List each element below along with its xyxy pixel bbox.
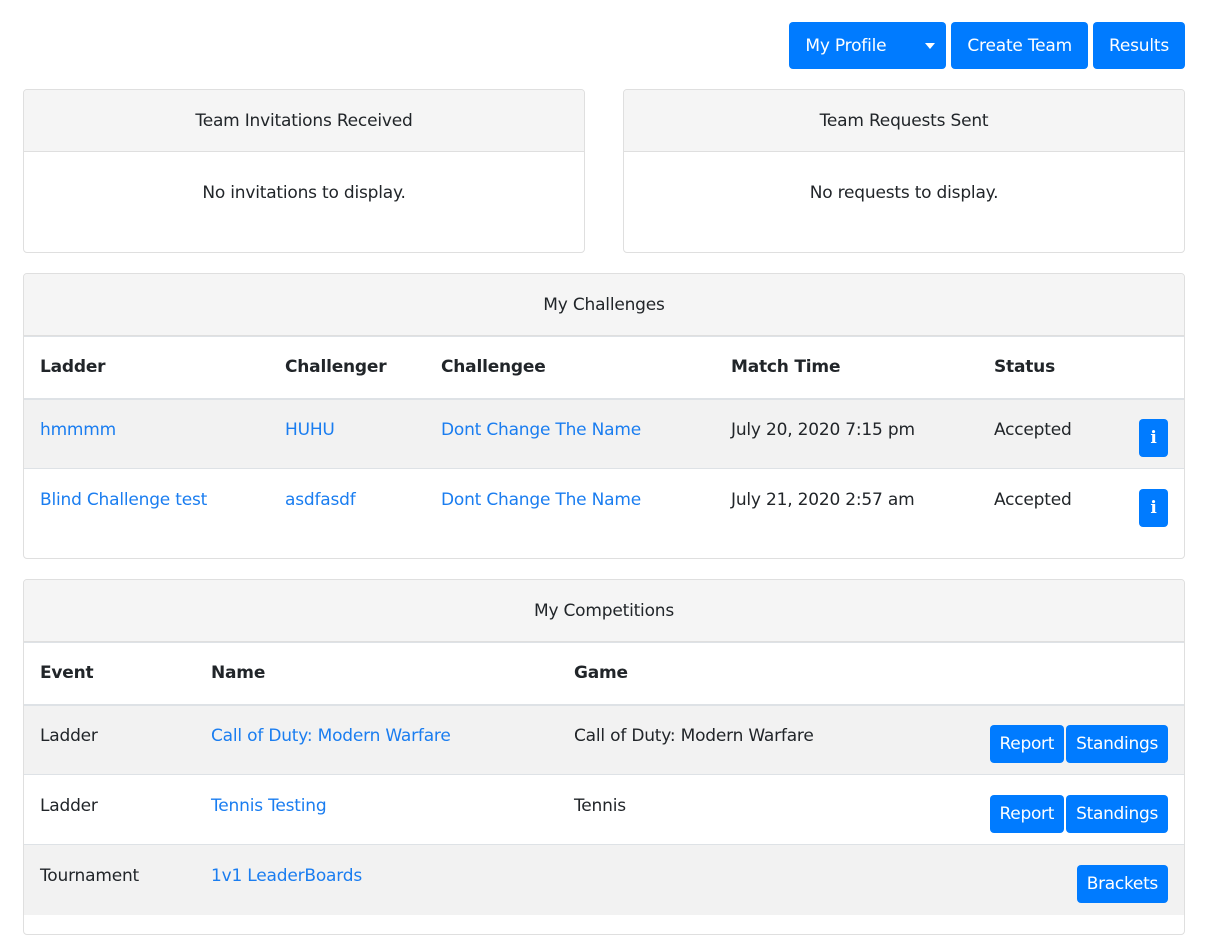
competitions-table: Event Name Game Ladder Call of Duty: Mod… — [24, 642, 1184, 915]
challengee-link[interactable]: Dont Change The Name — [441, 490, 641, 510]
my-profile-button[interactable]: My Profile — [789, 22, 914, 69]
card-title: My Challenges — [24, 274, 1184, 336]
column-header-actions — [1108, 336, 1184, 400]
table-header-row: Ladder Challenger Challengee Match Time … — [24, 336, 1184, 400]
challenges-table: Ladder Challenger Challengee Match Time … — [24, 336, 1184, 539]
event-type: Ladder — [24, 774, 195, 845]
challengee-link[interactable]: Dont Change The Name — [441, 420, 641, 440]
game-name: Tennis — [558, 774, 878, 845]
competition-link[interactable]: 1v1 LeaderBoards — [211, 866, 362, 886]
report-button[interactable]: Report — [989, 794, 1065, 833]
table-row: Tournament 1v1 LeaderBoards Brackets — [24, 844, 1184, 915]
create-team-button[interactable]: Create Team — [951, 22, 1089, 69]
report-button[interactable]: Report — [989, 724, 1065, 763]
status-text: Accepted — [978, 398, 1108, 469]
caret-down-icon — [924, 42, 935, 49]
challenger-link[interactable]: asdfasdf — [285, 490, 356, 510]
event-type: Tournament — [24, 844, 195, 915]
team-requests-card: Team Requests Sent No requests to displa… — [623, 89, 1185, 253]
card-title: Team Invitations Received — [24, 90, 584, 152]
challenger-link[interactable]: HUHU — [285, 420, 335, 440]
info-button[interactable]: i — [1139, 418, 1168, 457]
table-row: Blind Challenge test asdfasdf Dont Chang… — [24, 468, 1184, 539]
empty-message: No requests to display. — [809, 183, 999, 203]
card-title: Team Requests Sent — [624, 90, 1184, 152]
standings-button[interactable]: Standings — [1066, 724, 1168, 763]
event-type: Ladder — [24, 704, 195, 775]
column-header: Challengee — [425, 336, 715, 400]
column-header: Name — [195, 642, 558, 706]
info-icon: i — [1150, 427, 1157, 448]
column-header: Status — [978, 336, 1108, 400]
column-header-actions — [878, 642, 1184, 706]
column-header: Match Time — [715, 336, 978, 400]
my-competitions-card: My Competitions Event Name Game Ladder C… — [23, 579, 1185, 935]
game-name: Call of Duty: Modern Warfare — [558, 704, 878, 775]
ladder-link[interactable]: hmmmm — [40, 420, 116, 440]
game-name — [558, 844, 878, 915]
my-profile-dropdown: My Profile — [789, 22, 947, 69]
info-icon: i — [1150, 497, 1157, 518]
column-header: Game — [558, 642, 878, 706]
table-row: Ladder Tennis Testing Tennis Report Stand… — [24, 774, 1184, 845]
team-invitations-card: Team Invitations Received No invitations… — [23, 89, 585, 253]
competition-link[interactable]: Call of Duty: Modern Warfare — [211, 726, 451, 746]
my-challenges-card: My Challenges Ladder Challenger Challeng… — [23, 273, 1185, 559]
table-row: hmmmm HUHU Dont Change The Name July 20,… — [24, 398, 1184, 469]
match-time: July 21, 2020 2:57 am — [715, 468, 978, 539]
empty-message: No invitations to display. — [202, 183, 406, 203]
column-header: Event — [24, 642, 195, 706]
status-text: Accepted — [978, 468, 1108, 539]
card-title: My Competitions — [24, 580, 1184, 642]
match-time: July 20, 2020 7:15 pm — [715, 398, 978, 469]
column-header: Challenger — [269, 336, 425, 400]
column-header: Ladder — [24, 336, 269, 400]
top-toolbar: My Profile Create Team Results — [789, 22, 1185, 69]
table-header-row: Event Name Game — [24, 642, 1184, 706]
standings-button[interactable]: Standings — [1066, 794, 1168, 833]
info-button[interactable]: i — [1139, 488, 1168, 527]
my-profile-dropdown-toggle[interactable] — [913, 22, 947, 69]
ladder-link[interactable]: Blind Challenge test — [40, 490, 207, 510]
brackets-button[interactable]: Brackets — [1076, 864, 1168, 903]
results-button[interactable]: Results — [1093, 22, 1185, 69]
competition-link[interactable]: Tennis Testing — [211, 796, 327, 816]
table-row: Ladder Call of Duty: Modern Warfare Call… — [24, 704, 1184, 775]
